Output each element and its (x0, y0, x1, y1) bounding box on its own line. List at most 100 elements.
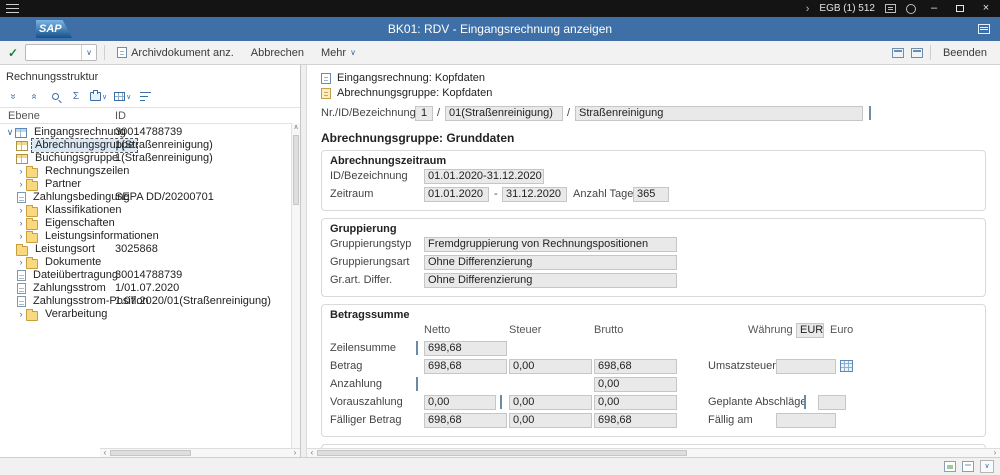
tree-row[interactable]: Leistungsort 3025868 (0, 243, 300, 256)
betrag-brutto-field[interactable]: 698,68 (594, 359, 677, 374)
tree-item-label[interactable]: Zahlungsstrom (30, 282, 109, 295)
tree-item-label[interactable]: Eigenschaften (42, 217, 118, 230)
collapse-all-button[interactable]: » (4, 88, 22, 105)
tree-row[interactable]: Zahlungsstrom-Position 1.07.2020/01(Stra… (0, 295, 300, 308)
tree-row[interactable]: Zahlungsstrom 1/01.07.2020 (0, 282, 300, 295)
expand-icon[interactable]: › (16, 178, 26, 191)
print-button[interactable]: ∨ (88, 88, 109, 105)
bezeichnung-field[interactable]: Straßenreinigung (575, 106, 863, 121)
calculator-icon[interactable] (416, 377, 418, 391)
scroll-left-icon[interactable]: ‹ (100, 449, 110, 457)
detail-horizontal-scrollbar[interactable]: ‹ › (307, 448, 1000, 457)
tree-horizontal-scrollbar[interactable]: ‹ › (100, 448, 300, 457)
menu-icon[interactable] (6, 4, 19, 13)
grart-differ-field[interactable]: Ohne Differenzierung (424, 273, 677, 288)
vorauszahlung-netto-field[interactable]: 0,00 (424, 395, 496, 410)
tree-item-label[interactable]: Leistungsinformationen (42, 230, 162, 243)
connection-status-icon[interactable] (906, 4, 916, 14)
tree-item-label[interactable]: Leistungsort (32, 243, 98, 256)
betrag-netto-field[interactable]: 698,68 (424, 359, 507, 374)
vorauszahlung-brutto-field[interactable]: 0,00 (594, 395, 677, 410)
tree-row[interactable]: Abrechnungsgruppe 1(Straßenreinigung) (0, 139, 300, 152)
archivdokument-button[interactable]: Archivdokument anz. (112, 45, 239, 61)
umsatzsteuer-field[interactable] (776, 359, 836, 374)
nr-field[interactable]: 1 (415, 106, 433, 121)
anzahl-tage-field[interactable]: 365 (633, 187, 669, 202)
new-session-icon[interactable] (892, 48, 904, 58)
command-field[interactable]: ∨ (25, 44, 97, 61)
scroll-left-icon[interactable]: ‹ (307, 449, 317, 457)
calculator-icon[interactable] (804, 395, 806, 409)
scrollbar-track[interactable] (110, 449, 290, 457)
display-settings-icon[interactable] (885, 4, 896, 13)
tree-item-label[interactable]: Dokumente (42, 256, 104, 269)
gui-options-icon[interactable] (978, 24, 990, 34)
tree-item-label[interactable]: Klassifikationen (42, 204, 124, 217)
beenden-button[interactable]: Beenden (938, 45, 992, 61)
zeilensumme-field[interactable]: 698,68 (424, 341, 507, 356)
tree-row[interactable]: Dateiübertragung 30014788739 (0, 269, 300, 282)
gruppierungsart-field[interactable]: Ohne Differenzierung (424, 255, 677, 270)
waehrung-field[interactable]: EUR (796, 323, 824, 338)
scrollbar-track[interactable] (317, 449, 990, 457)
sum-button[interactable]: Σ (67, 88, 85, 105)
chevron-right-icon[interactable]: › (806, 3, 810, 15)
calculator-icon[interactable] (416, 341, 418, 355)
scrollbar-thumb[interactable] (317, 450, 687, 456)
command-dropdown-icon[interactable]: ∨ (81, 45, 96, 60)
system-status-icon[interactable] (944, 461, 956, 472)
maximize-button[interactable] (952, 5, 968, 12)
tree-row[interactable]: Buchungsgruppe 1(Straßenreinigung) (0, 152, 300, 165)
statusbar-dropdown[interactable]: ∨ (980, 460, 994, 473)
tree-item-label[interactable]: Verarbeitung (42, 308, 110, 321)
tree-row[interactable]: › Rechnungszeilen (0, 165, 300, 178)
expand-icon[interactable]: › (16, 256, 26, 269)
tree-item-label[interactable]: Partner (42, 178, 84, 191)
expand-icon[interactable]: › (16, 308, 26, 321)
tree-item-label[interactable]: Rechnungszeilen (42, 165, 132, 178)
tree-row[interactable]: › Klassifikationen (0, 204, 300, 217)
shortcut-icon[interactable] (911, 48, 923, 58)
tax-table-icon[interactable] (840, 360, 853, 372)
betrag-steuer-field[interactable]: 0,00 (509, 359, 592, 374)
scroll-right-icon[interactable]: › (290, 449, 300, 457)
mehr-button[interactable]: Mehr ∨ (316, 45, 361, 61)
faelliger-netto-field[interactable]: 698,68 (424, 413, 507, 428)
expand-icon[interactable]: › (16, 230, 26, 243)
collapse-icon[interactable]: ∨ (5, 126, 15, 139)
enter-button[interactable]: ✓ (8, 46, 18, 60)
tree-row[interactable]: Zahlungsbedingung SEPA DD/20200701 (0, 191, 300, 204)
tree-row[interactable]: › Dokumente (0, 256, 300, 269)
tree-row[interactable]: › Leistungsinformationen (0, 230, 300, 243)
scrollbar-thumb[interactable] (293, 135, 299, 205)
tree-row[interactable]: › Eigenschaften (0, 217, 300, 230)
scroll-up-icon[interactable]: ∧ (292, 123, 300, 133)
scrollbar-thumb[interactable] (110, 450, 191, 456)
faelliger-steuer-field[interactable]: 0,00 (509, 413, 592, 428)
id-bezeichnung-field[interactable]: 01.01.2020-31.12.2020 (424, 169, 544, 184)
performance-icon[interactable] (962, 461, 974, 472)
zeitraum-bis-field[interactable]: 31.12.2020 (502, 187, 567, 202)
abbrechen-button[interactable]: Abbrechen (246, 45, 309, 61)
minimize-button[interactable]: – (926, 1, 942, 16)
faelliger-brutto-field[interactable]: 698,68 (594, 413, 677, 428)
expand-all-button[interactable]: » (25, 88, 43, 105)
vorauszahlung-steuer-field[interactable]: 0,00 (509, 395, 592, 410)
expand-icon[interactable]: › (16, 217, 26, 230)
tree-item-label[interactable]: Buchungsgruppe (32, 152, 121, 165)
expand-icon[interactable]: › (16, 165, 26, 178)
tree-item-label[interactable]: Dateiübertragung (30, 269, 121, 282)
geplante-abschlaege-field[interactable] (818, 395, 846, 410)
gruppierungstyp-field[interactable]: Fremdgruppierung von Rechnungspositionen (424, 237, 677, 252)
scroll-right-icon[interactable]: › (990, 449, 1000, 457)
calculator-icon[interactable] (500, 395, 502, 409)
anzahlung-brutto-field[interactable]: 0,00 (594, 377, 677, 392)
faellig-am-field[interactable] (776, 413, 836, 428)
search-button[interactable] (46, 88, 64, 105)
sort-filter-button[interactable] (136, 88, 154, 105)
text-note-icon[interactable] (869, 106, 871, 120)
expand-icon[interactable]: › (16, 204, 26, 217)
tree-row[interactable]: › Verarbeitung (0, 308, 300, 321)
zeitraum-von-field[interactable]: 01.01.2020 (424, 187, 489, 202)
tree-row[interactable]: › Partner (0, 178, 300, 191)
